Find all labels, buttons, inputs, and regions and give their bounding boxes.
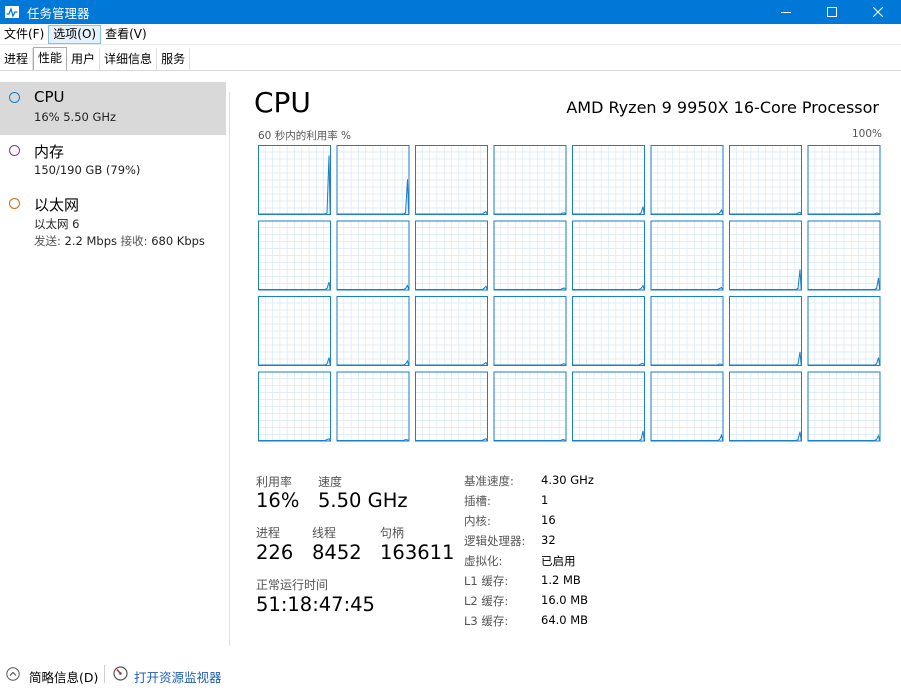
logical-processors-value: 32 (541, 533, 556, 547)
logical-core-graph (336, 145, 410, 215)
l1-cache-label: L1 缓存: (464, 574, 509, 588)
l2-cache-label: L2 缓存: (464, 594, 509, 608)
speed-value: 5.50 GHz (318, 489, 408, 512)
sockets-label: 插槽: (464, 494, 491, 508)
handles-label: 句柄 (380, 526, 405, 540)
chevron-up-circle-icon (6, 667, 20, 681)
logical-processors-label: 逻辑处理器: (464, 534, 526, 548)
processes-label: 进程 (256, 526, 281, 540)
speed-label: 速度 (318, 475, 343, 489)
open-resource-monitor-link[interactable]: 打开资源监视器 (134, 667, 222, 686)
logical-core-graph (493, 371, 567, 442)
logical-core-graph (650, 220, 724, 291)
logical-core-graph (807, 220, 881, 291)
fewer-details-link[interactable]: 简略信息(D) (29, 667, 98, 686)
l1-cache-value: 1.2 MB (541, 573, 581, 587)
logical-core-graph (258, 296, 331, 366)
logical-core-graph (493, 296, 567, 366)
logical-core-graph (650, 296, 724, 366)
logical-core-graph (572, 145, 645, 215)
uptime-value: 51:18:47:45 (256, 593, 375, 616)
logical-core-graph (336, 296, 410, 366)
footer: 简略信息(D) 打开资源监视器 (0, 660, 901, 694)
uptime-label: 正常运行时间 (256, 578, 329, 592)
logical-core-graph (729, 296, 802, 366)
fewer-details-button[interactable] (6, 666, 20, 681)
logical-core-graph (493, 220, 567, 291)
l3-cache-value: 64.0 MB (541, 613, 589, 627)
virtualization-value: 已启用 (541, 554, 576, 568)
logical-core-graph (258, 220, 331, 291)
sockets-value: 1 (541, 493, 549, 507)
resource-monitor-icon[interactable] (113, 666, 128, 681)
util-value: 16% (256, 489, 300, 512)
virtualization-label: 虚拟化: (464, 554, 503, 568)
l3-cache-label: L3 缓存: (464, 614, 509, 628)
l2-cache-value: 16.0 MB (541, 593, 589, 607)
logical-core-graph (493, 145, 567, 215)
threads-label: 线程 (312, 526, 337, 540)
logical-core-graph (650, 371, 724, 442)
cores-label: 内核: (464, 514, 491, 528)
logical-core-graph (729, 220, 802, 291)
processes-value: 226 (256, 541, 294, 564)
logical-core-graph (415, 296, 488, 366)
logical-core-graph (572, 371, 645, 442)
logical-core-graph (415, 145, 488, 215)
logical-core-graph (258, 371, 331, 442)
cores-value: 16 (541, 513, 556, 527)
logical-core-graph (807, 296, 881, 366)
handles-value: 163611 (380, 541, 455, 564)
threads-value: 8452 (312, 541, 362, 564)
logical-core-graph (807, 371, 881, 442)
logical-core-graph (729, 371, 802, 442)
footer-divider (104, 665, 105, 683)
logical-core-graph (572, 220, 645, 291)
logical-core-graph (415, 220, 488, 291)
core-utilization-grid (258, 145, 881, 442)
logical-core-graph (336, 371, 410, 442)
logical-core-graph (650, 145, 724, 215)
logical-core-graph (258, 145, 331, 215)
base-speed-label: 基准速度: (464, 474, 514, 488)
logical-core-graph (807, 145, 881, 215)
logical-core-graph (336, 220, 410, 291)
base-speed-value: 4.30 GHz (541, 473, 594, 487)
util-label: 利用率 (256, 475, 293, 489)
logical-core-graph (572, 296, 645, 366)
logical-core-graph (415, 371, 488, 442)
logical-core-graph (729, 145, 802, 215)
